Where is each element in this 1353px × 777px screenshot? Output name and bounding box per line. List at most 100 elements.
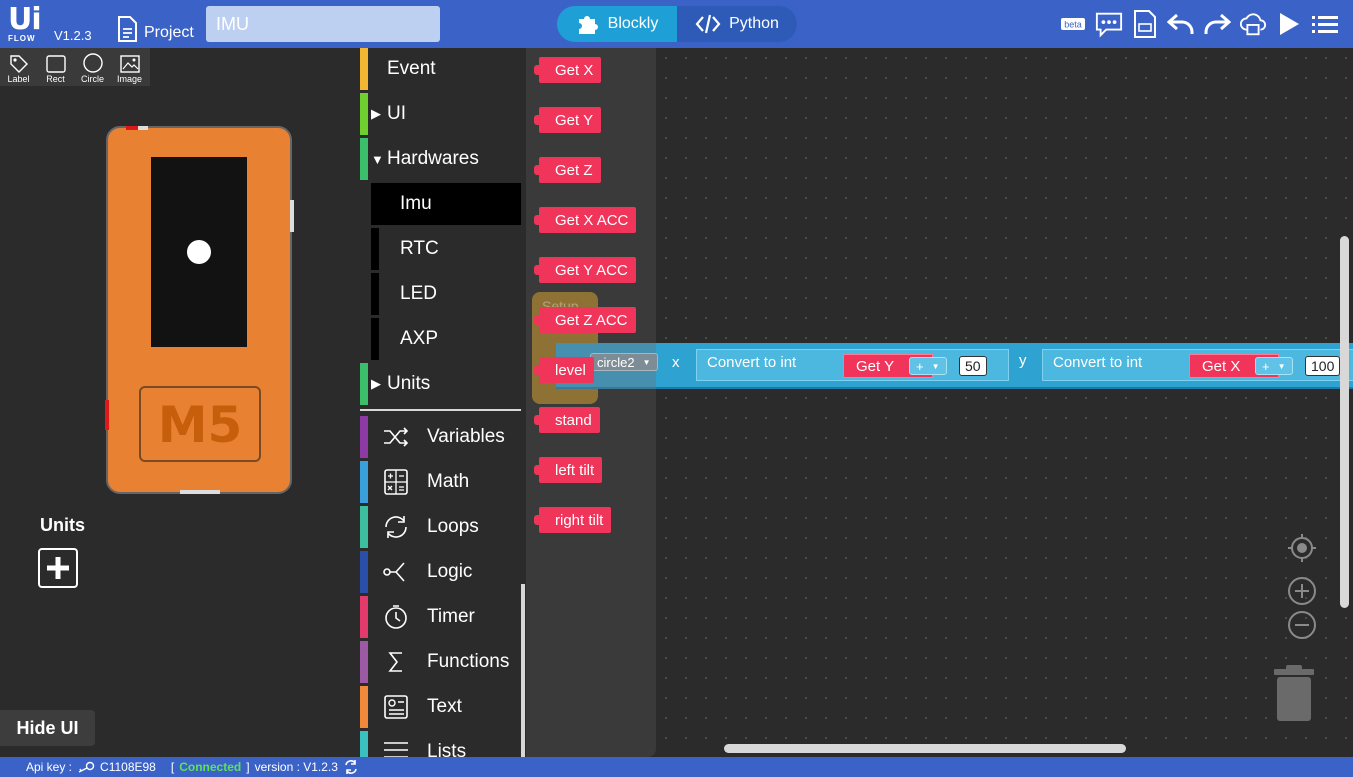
text-icon — [384, 695, 408, 719]
api-key-label: Api key : — [26, 760, 73, 774]
get-y-label: Get Y — [856, 357, 895, 375]
subcategory-led[interactable]: LED — [371, 273, 521, 315]
x-value-field[interactable]: 50 — [959, 356, 987, 376]
category-text[interactable]: Text — [360, 686, 521, 728]
set-position-block[interactable]: circle2 ▼ x Convert to int Get Y + ▼ 50 … — [556, 343, 1353, 389]
project-button[interactable]: Project — [116, 12, 194, 42]
hide-ui-button[interactable]: Hide UI — [0, 710, 95, 746]
run-button[interactable] — [1275, 9, 1303, 39]
circle2-widget[interactable] — [187, 240, 211, 264]
rect-tool[interactable]: Rect — [37, 48, 74, 86]
label-tool[interactable]: Label — [0, 48, 37, 86]
refresh-icon[interactable] — [343, 759, 359, 775]
category-units[interactable]: ▶ Units — [360, 363, 521, 405]
category-color-bar — [360, 686, 368, 728]
ui-design-panel: Label Rect Circle Image M5 Units Hide UI — [0, 48, 360, 757]
zoom-in-icon — [1288, 577, 1316, 605]
category-color-bar — [360, 93, 368, 135]
category-functions[interactable]: Functions — [360, 641, 521, 683]
project-name-input[interactable] — [206, 6, 440, 42]
recenter-button[interactable] — [1286, 532, 1318, 564]
blockly-workspace[interactable] — [656, 48, 1353, 757]
subcategory-rtc[interactable]: RTC — [371, 228, 521, 270]
category-loops[interactable]: Loops — [360, 506, 521, 548]
cloud-upload-button[interactable] — [1239, 9, 1267, 39]
target-dropdown[interactable]: circle2 ▼ — [590, 353, 658, 371]
right-tilt-block[interactable]: right tilt — [533, 507, 612, 533]
convert-to-int-block-y[interactable]: Convert to int Get X + ▼ 100 — [1042, 349, 1353, 381]
category-color-bar — [360, 731, 368, 757]
zoom-in-button[interactable] — [1286, 575, 1318, 607]
y-value: 100 — [1311, 358, 1335, 374]
category-label: Logic — [427, 561, 473, 582]
subcategory-axp[interactable]: AXP — [371, 318, 521, 360]
get-y-block[interactable]: Get Y — [533, 107, 602, 133]
category-label: Units — [387, 373, 431, 394]
blockly-mode-button[interactable]: Blockly — [557, 6, 677, 42]
circle-tool[interactable]: Circle — [74, 48, 111, 86]
category-color-bar — [360, 48, 368, 90]
get-y-acc-block[interactable]: Get Y ACC — [534, 257, 636, 283]
category-label: UI — [387, 103, 406, 124]
device-red-button-left — [105, 400, 109, 430]
redo-button[interactable] — [1203, 9, 1231, 39]
calculator-icon — [384, 469, 408, 495]
chat-button[interactable] — [1095, 9, 1123, 39]
left-tilt-block[interactable]: left tilt — [533, 457, 603, 483]
python-mode-button[interactable]: Python — [677, 6, 797, 42]
operator-dropdown[interactable]: + ▼ — [909, 357, 947, 375]
category-hardwares[interactable]: ▼ Hardwares — [360, 138, 521, 180]
category-event[interactable]: Event — [360, 48, 521, 90]
subcategory-imu[interactable]: Imu — [371, 183, 521, 225]
menu-button[interactable] — [1311, 9, 1339, 39]
menu-icon — [1312, 16, 1338, 33]
zoom-out-button[interactable] — [1286, 609, 1318, 641]
beta-button[interactable]: beta — [1059, 9, 1087, 39]
operator-dropdown[interactable]: + ▼ — [1255, 357, 1293, 375]
undo-button[interactable] — [1167, 9, 1195, 39]
plus-icon — [47, 557, 69, 579]
zoom-out-icon — [1288, 611, 1316, 639]
category-scrollbar[interactable] — [521, 584, 525, 757]
x-label: x — [672, 354, 680, 371]
subcategory-label: RTC — [400, 238, 439, 259]
doc-button[interactable] — [1131, 9, 1159, 39]
cloud-upload-icon — [1240, 13, 1266, 36]
add-unit-button[interactable] — [38, 548, 78, 588]
workspace-horizontal-scrollbar[interactable] — [724, 744, 1126, 753]
category-lists[interactable]: Lists — [360, 731, 521, 757]
category-timer[interactable]: Timer — [360, 596, 521, 638]
undo-icon — [1167, 13, 1194, 34]
trash-icon — [1274, 665, 1314, 721]
get-x-acc-block[interactable]: Get X ACC — [533, 207, 637, 233]
workspace-vertical-scrollbar[interactable] — [1340, 236, 1349, 608]
mode-switch: Blockly Python — [557, 6, 797, 42]
level-block[interactable]: level — [534, 357, 594, 383]
chevron-down-icon: ▼ — [931, 361, 940, 371]
category-math[interactable]: Math — [360, 461, 521, 503]
chevron-down-icon: ▼ — [1277, 361, 1286, 371]
device-screen[interactable] — [151, 157, 247, 347]
category-color-bar — [360, 416, 368, 458]
category-variables[interactable]: Variables — [360, 416, 521, 458]
y-value-field[interactable]: 100 — [1305, 356, 1341, 376]
get-z-acc-block[interactable]: Get Z ACC — [534, 307, 636, 333]
category-ui[interactable]: ▶ UI — [360, 93, 521, 135]
triangle-down-icon: ▼ — [371, 151, 384, 167]
top-bar: Ui FLOW V1.2.3 Project Blockly Python — [0, 0, 1353, 48]
project-label: Project — [144, 24, 194, 41]
subcategory-bar — [371, 228, 379, 270]
connection-status: Connected — [179, 760, 242, 774]
category-logic[interactable]: Logic — [360, 551, 521, 593]
device-red-button-top — [126, 126, 138, 130]
convert-to-int-block-x[interactable]: Convert to int Get Y + ▼ 50 — [696, 349, 1009, 381]
category-label: Loops — [427, 516, 479, 537]
stand-block[interactable]: stand — [534, 407, 600, 433]
crosshair-icon — [1288, 534, 1316, 562]
get-x-block[interactable]: Get X — [533, 57, 602, 83]
get-z-block[interactable]: Get Z — [534, 157, 601, 183]
trash-button[interactable] — [1272, 665, 1316, 723]
circle-icon — [82, 53, 103, 73]
run-icon — [1280, 13, 1299, 35]
image-tool[interactable]: Image — [111, 48, 148, 86]
